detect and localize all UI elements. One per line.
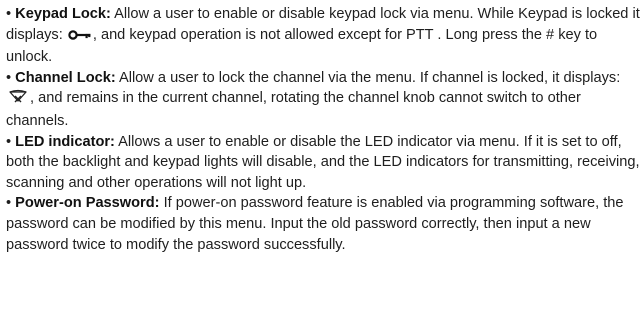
keypad-lock-text-after: , and keypad operation is not allowed ex… (6, 26, 598, 66)
bullet: • (6, 133, 12, 150)
channel-lock-icon (7, 88, 29, 111)
channel-lock-term: Channel Lock: (15, 69, 116, 86)
channel-lock-text-after: , and remains in the current channel, ro… (6, 90, 581, 129)
keypad-lock-paragraph: • Keypad Lock: Allow a user to enable or… (6, 4, 641, 68)
keypad-lock-term: Keypad Lock: (15, 6, 111, 22)
key-icon (68, 27, 92, 48)
channel-lock-text-before: Allow a user to lock the channel via the… (115, 69, 621, 86)
bullet: • (6, 6, 12, 22)
bullet: • (6, 69, 12, 86)
led-indicator-paragraph: • LED indicator: Allows a user to enable… (6, 132, 641, 194)
power-on-password-paragraph: • Power-on Password: If power-on passwor… (6, 193, 641, 255)
power-on-password-term: Power-on Password: (15, 195, 160, 212)
bullet: • (6, 195, 12, 212)
channel-lock-paragraph: • Channel Lock: Allow a user to lock the… (6, 68, 641, 132)
led-indicator-term: LED indicator: (15, 133, 115, 150)
manual-page: • Keypad Lock: Allow a user to enable or… (0, 0, 644, 335)
